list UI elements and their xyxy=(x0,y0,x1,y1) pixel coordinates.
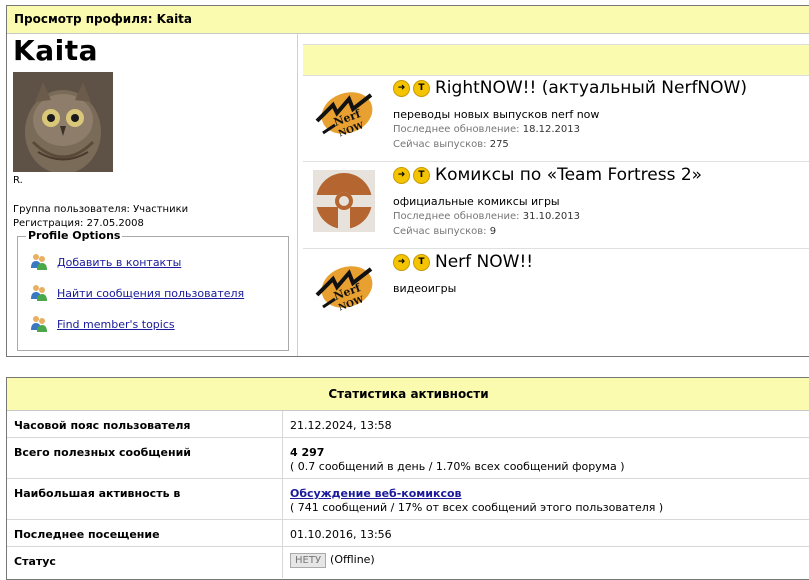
arrow-icon[interactable]: ➜ xyxy=(393,166,410,184)
activity-stats-panel: Статистика активности Часовой пояс польз… xyxy=(6,377,809,580)
comic-count-label: Сейчас выпусков: xyxy=(393,139,487,150)
posts-cell: 4 297 ( 0.7 сообщений в день / 1.70% все… xyxy=(282,438,625,478)
nerf-now-logo: Nerf NOW xyxy=(315,266,373,313)
last-visit-value: 01.10.2016, 13:56 xyxy=(290,528,392,541)
avatar xyxy=(13,72,113,172)
stats-row-timezone: Часовой пояс пользователя 21.12.2024, 13… xyxy=(7,411,809,438)
users-icon xyxy=(31,285,47,301)
users-icon xyxy=(31,316,47,332)
topic-t-icon[interactable]: T xyxy=(413,79,430,97)
comic-updated-label: Последнее обновление: xyxy=(393,124,520,135)
user-group: Группа пользователя: Участники xyxy=(13,204,189,215)
username: Kaita xyxy=(13,34,98,67)
comic-title-row: ➜ T RightNOW!! (актуальный NerfNOW) xyxy=(393,78,747,102)
comic-item: ➜ T Комиксы по «Team Fortress 2» официальн… xyxy=(303,162,809,249)
posts-label: Всего полезных сообщений xyxy=(14,446,191,459)
comic-title[interactable]: Nerf NOW!! xyxy=(435,252,533,272)
stats-row-last-visit: Последнее посещение 01.10.2016, 13:56 xyxy=(7,520,809,547)
most-active-detail: ( 741 сообщений / 17% от всех сообщений … xyxy=(290,501,664,514)
last-visit-label: Последнее посещение xyxy=(14,528,160,541)
comics-column: Nerf NOW ➜ T RightNOW!! (актуальный NerfNO… xyxy=(303,44,809,356)
comic-description: официальные комиксы игры xyxy=(393,195,560,208)
timezone-value: 21.12.2024, 13:58 xyxy=(290,419,392,432)
tf2-logo xyxy=(313,170,375,232)
stats-row-most-active: Наибольшая активность в Обсуждение веб-к… xyxy=(7,479,809,520)
stats-row-status: Статус НЕТУ (Offline) xyxy=(7,547,809,578)
profile-info-column: Kaita R. Группа пользователя: Участники … xyxy=(7,34,298,356)
status-cell: НЕТУ (Offline) xyxy=(282,547,375,578)
status-text: (Offline) xyxy=(330,553,375,566)
find-posts-link[interactable]: Найти сообщения пользователя xyxy=(57,287,244,300)
posts-value: 4 297 xyxy=(290,446,325,459)
stats-row-posts: Всего полезных сообщений 4 297 ( 0.7 соо… xyxy=(7,438,809,479)
comic-count: Сейчас выпусков: 275 xyxy=(393,139,509,150)
timezone-label: Часовой пояс пользователя xyxy=(14,419,191,432)
comic-updated-label: Последнее обновление: xyxy=(393,211,520,222)
most-active-label: Наибольшая активность в xyxy=(14,487,181,500)
topic-t-icon[interactable]: T xyxy=(413,253,430,271)
user-meta: Группа пользователя: Участники Регистрац… xyxy=(13,203,188,231)
comic-count: Сейчас выпусков: 9 xyxy=(393,226,496,237)
comic-updated: Последнее обновление: 18.12.2013 xyxy=(393,124,580,135)
comic-title[interactable]: RightNOW!! (актуальный NerfNOW) xyxy=(435,78,747,98)
topic-t-icon[interactable]: T xyxy=(413,166,430,184)
user-rank: R. xyxy=(13,175,23,186)
comic-updated-value: 31.10.2013 xyxy=(522,211,581,222)
posts-detail: ( 0.7 сообщений в день / 1.70% всех сооб… xyxy=(290,460,625,473)
comic-description: видеоигры xyxy=(393,282,457,295)
timezone-cell: 21.12.2024, 13:58 xyxy=(282,411,392,437)
comic-item: Nerf NOW ➜ T RightNOW!! (актуальный NerfNO… xyxy=(303,75,809,162)
comic-updated-value: 18.12.2013 xyxy=(522,124,581,135)
last-visit-cell: 01.10.2016, 13:56 xyxy=(282,520,392,546)
most-active-forum-link[interactable]: Обсуждение веб-комиксов xyxy=(290,487,462,500)
comic-updated: Последнее обновление: 31.10.2013 xyxy=(393,211,580,222)
profile-options-box: Profile Options Добавить в контакты Найт… xyxy=(17,229,289,351)
nerf-now-logo: Nerf NOW xyxy=(315,92,373,139)
comic-title-row: ➜ T Nerf NOW!! xyxy=(393,252,533,276)
comic-count-value: 275 xyxy=(489,139,509,150)
profile-panel: Просмотр профиля: Kaita Kaita R. Группа … xyxy=(6,5,809,357)
status-label: Статус xyxy=(14,555,56,568)
profile-options-title: Profile Options xyxy=(26,229,123,242)
comic-count-value: 9 xyxy=(489,226,497,237)
comic-item: Nerf NOW ➜ T Nerf NOW!! видеоигры xyxy=(303,249,809,335)
status-badge: НЕТУ xyxy=(290,553,327,568)
comic-description: переводы новых выпусков nerf now xyxy=(393,108,600,121)
comics-header-bar xyxy=(303,44,809,76)
comic-title[interactable]: Комиксы по «Team Fortress 2» xyxy=(435,165,702,185)
arrow-icon[interactable]: ➜ xyxy=(393,253,410,271)
stats-title: Статистика активности xyxy=(7,378,809,411)
profile-header: Просмотр профиля: Kaita xyxy=(7,6,809,34)
users-icon xyxy=(31,254,47,270)
comic-count-label: Сейчас выпусков: xyxy=(393,226,487,237)
arrow-icon[interactable]: ➜ xyxy=(393,79,410,97)
comic-title-row: ➜ T Комиксы по «Team Fortress 2» xyxy=(393,165,702,189)
find-topics-link[interactable]: Find member's topics xyxy=(57,318,175,331)
add-contact-link[interactable]: Добавить в контакты xyxy=(57,256,181,269)
most-active-cell: Обсуждение веб-комиксов ( 741 сообщений … xyxy=(282,479,663,519)
